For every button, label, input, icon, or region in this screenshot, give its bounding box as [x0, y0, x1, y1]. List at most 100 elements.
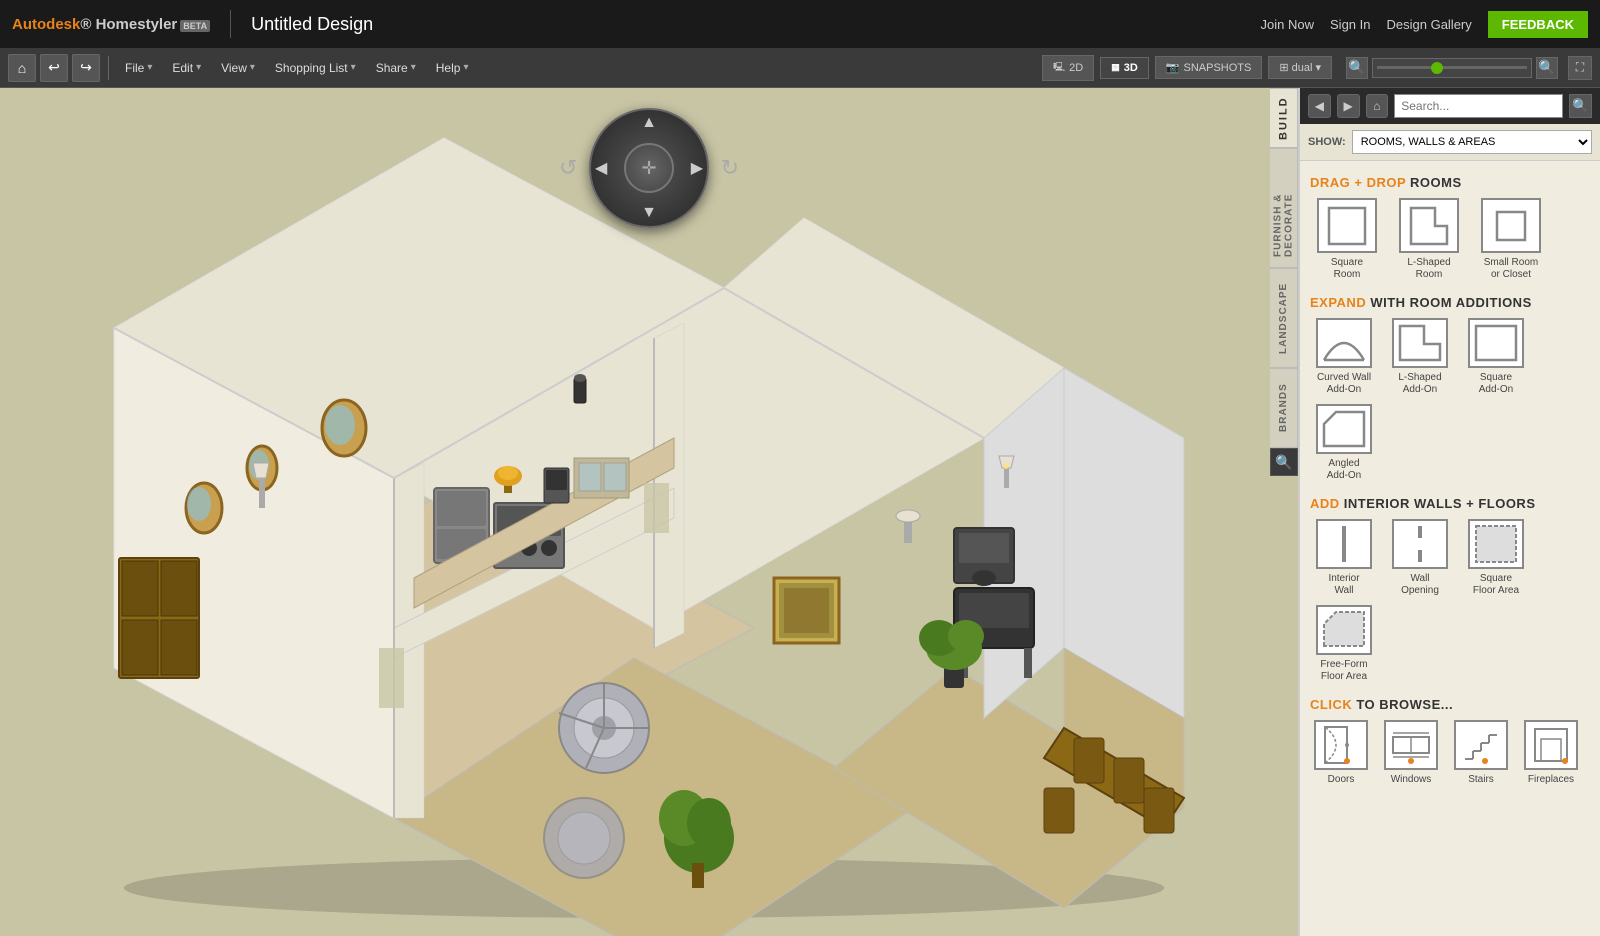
toolbar-separator-1: [108, 56, 109, 80]
design-gallery-link[interactable]: Design Gallery: [1387, 17, 1472, 32]
sign-in-link[interactable]: Sign In: [1330, 17, 1370, 32]
nav-down-button[interactable]: ▼: [641, 204, 657, 222]
zoom-thumb[interactable]: [1431, 62, 1443, 74]
square-addon-label: SquareAdd-On: [1479, 372, 1513, 396]
square-floor-item[interactable]: SquareFloor Area: [1462, 519, 1530, 597]
redo-button[interactable]: ↪: [72, 54, 100, 82]
top-bar: Autodesk® HomestylerBETA Untitled Design…: [0, 0, 1600, 48]
doors-label: Doors: [1328, 774, 1355, 785]
view-2d-button[interactable]: 🖳 2D: [1042, 55, 1094, 81]
right-panel: ◀ ▶ ⌂ 🔍 SHOW: ROOMS, WALLS & AREAS ALL W…: [1298, 88, 1600, 936]
feedback-button[interactable]: FEEDBACK: [1488, 11, 1588, 38]
angled-addon-label: AngledAdd-On: [1327, 458, 1361, 482]
panel-search-input[interactable]: [1394, 94, 1563, 118]
l-shaped-addon-item[interactable]: L-ShapedAdd-On: [1386, 318, 1454, 396]
browse-title: CLICK TO BROWSE...: [1310, 697, 1590, 712]
help-menu[interactable]: Help ▾: [428, 57, 477, 79]
panel-search-button[interactable]: 🔍: [1569, 94, 1592, 118]
shopping-list-menu[interactable]: Shopping List ▾: [267, 57, 364, 79]
logo-text: Autodesk® HomestylerBETA: [12, 16, 210, 33]
curved-wall-addon-item[interactable]: Curved WallAdd-On: [1310, 318, 1378, 396]
wall-opening-item[interactable]: WallOpening: [1386, 519, 1454, 597]
angled-addon-item[interactable]: AngledAdd-On: [1310, 404, 1378, 482]
angled-addon-shape: [1316, 404, 1372, 454]
square-floor-shape: [1468, 519, 1524, 569]
panel-home-button[interactable]: ⌂: [1366, 94, 1389, 118]
small-room-item[interactable]: Small Roomor Closet: [1474, 198, 1548, 281]
drag-drop-title: DRAG + DROP ROOMS: [1310, 175, 1590, 190]
square-room-label: SquareRoom: [1331, 257, 1363, 281]
zoom-bar: 🔍 🔍: [1346, 57, 1558, 79]
l-shaped-addon-label: L-ShapedAdd-On: [1398, 372, 1441, 396]
browse-grid: Doors Windows: [1310, 720, 1590, 785]
show-select[interactable]: ROOMS, WALLS & AREAS ALL WALLS ONLY: [1352, 130, 1592, 154]
logo-area: Autodesk® HomestylerBETA Untitled Design: [12, 10, 373, 38]
rotate-left-button[interactable]: ↺: [559, 155, 577, 181]
show-label: SHOW:: [1308, 136, 1346, 148]
top-right-nav: Join Now Sign In Design Gallery FEEDBACK: [1261, 11, 1588, 38]
panel-content: DRAG + DROP ROOMS SquareRoom: [1300, 161, 1600, 936]
dual-button[interactable]: ⊞ dual ▾: [1268, 56, 1332, 79]
toolbar: ⌂ ↩ ↪ File ▾ Edit ▾ View ▾ Shopping List…: [0, 48, 1600, 88]
nav-right-button[interactable]: ▶: [691, 158, 703, 178]
show-row: SHOW: ROOMS, WALLS & AREAS ALL WALLS ONL…: [1300, 124, 1600, 161]
share-menu[interactable]: Share ▾: [368, 57, 424, 79]
interior-grid: InteriorWall WallOpening: [1310, 519, 1590, 683]
windows-shape: [1384, 720, 1438, 770]
square-addon-shape: [1468, 318, 1524, 368]
nav-up-button[interactable]: ▲: [641, 114, 657, 132]
undo-button[interactable]: ↩: [40, 54, 68, 82]
l-shaped-room-item[interactable]: L-ShapedRoom: [1392, 198, 1466, 281]
file-menu[interactable]: File ▾: [117, 57, 160, 79]
canvas-area[interactable]: ▲ ▼ ◀ ▶ ✛ ↺ ↻: [0, 88, 1298, 936]
snapshots-button[interactable]: 📷 SNAPSHOTS: [1155, 56, 1263, 79]
small-room-shape: [1481, 198, 1541, 253]
nav-ring: ▲ ▼ ◀ ▶ ✛ ↺ ↻: [589, 108, 709, 228]
tab-furnish[interactable]: FURNISH & DECORATE: [1270, 148, 1298, 268]
zoom-in-button[interactable]: 🔍: [1536, 57, 1558, 79]
nav-center[interactable]: ✛: [624, 143, 674, 193]
wall-opening-shape: [1392, 519, 1448, 569]
fireplaces-item[interactable]: Fireplaces: [1520, 720, 1582, 785]
interior-title: ADD INTERIOR WALLS + FLOORS: [1310, 496, 1590, 511]
l-shaped-addon-shape: [1392, 318, 1448, 368]
tab-brands[interactable]: BRANDS: [1270, 368, 1298, 448]
home-button[interactable]: ⌂: [8, 54, 36, 82]
freeform-floor-item[interactable]: Free-FormFloor Area: [1310, 605, 1378, 683]
tab-build[interactable]: BUILD: [1270, 88, 1298, 148]
panel-back-button[interactable]: ◀: [1308, 94, 1331, 118]
stairs-shape: [1454, 720, 1508, 770]
square-room-shape: [1317, 198, 1377, 253]
side-search-button[interactable]: 🔍: [1270, 448, 1298, 476]
freeform-floor-label: Free-FormFloor Area: [1320, 659, 1367, 683]
zoom-slider[interactable]: [1372, 58, 1532, 78]
join-now-link[interactable]: Join Now: [1261, 17, 1314, 32]
rotate-right-button[interactable]: ↻: [721, 155, 739, 181]
l-shaped-room-label: L-ShapedRoom: [1407, 257, 1450, 281]
edit-menu[interactable]: Edit ▾: [164, 57, 209, 79]
square-room-item[interactable]: SquareRoom: [1310, 198, 1384, 281]
freeform-floor-shape: [1316, 605, 1372, 655]
stairs-item[interactable]: Stairs: [1450, 720, 1512, 785]
doors-item[interactable]: Doors: [1310, 720, 1372, 785]
stairs-label: Stairs: [1468, 774, 1494, 785]
windows-item[interactable]: Windows: [1380, 720, 1442, 785]
panel-header: ◀ ▶ ⌂ 🔍: [1300, 88, 1600, 124]
view-menu[interactable]: View ▾: [213, 57, 263, 79]
design-title: Untitled Design: [251, 14, 373, 35]
zoom-out-button[interactable]: 🔍: [1346, 57, 1368, 79]
expand-button[interactable]: ⛶: [1568, 56, 1592, 80]
panel-forward-button[interactable]: ▶: [1337, 94, 1360, 118]
square-addon-item[interactable]: SquareAdd-On: [1462, 318, 1530, 396]
doors-shape: [1314, 720, 1368, 770]
navigation-control: ▲ ▼ ◀ ▶ ✛ ↺ ↻: [589, 108, 709, 228]
main-area: ▲ ▼ ◀ ▶ ✛ ↺ ↻ BUILD FURNISH & DECORATE L…: [0, 88, 1600, 936]
tab-landscape[interactable]: LANDSCAPE: [1270, 268, 1298, 368]
fireplaces-shape: [1524, 720, 1578, 770]
title-divider: [230, 10, 231, 38]
view-3d-button[interactable]: ▦ 3D: [1100, 57, 1149, 79]
nav-left-button[interactable]: ◀: [595, 158, 607, 178]
interior-wall-item[interactable]: InteriorWall: [1310, 519, 1378, 597]
beta-badge: BETA: [180, 20, 210, 32]
curved-wall-shape: [1316, 318, 1372, 368]
